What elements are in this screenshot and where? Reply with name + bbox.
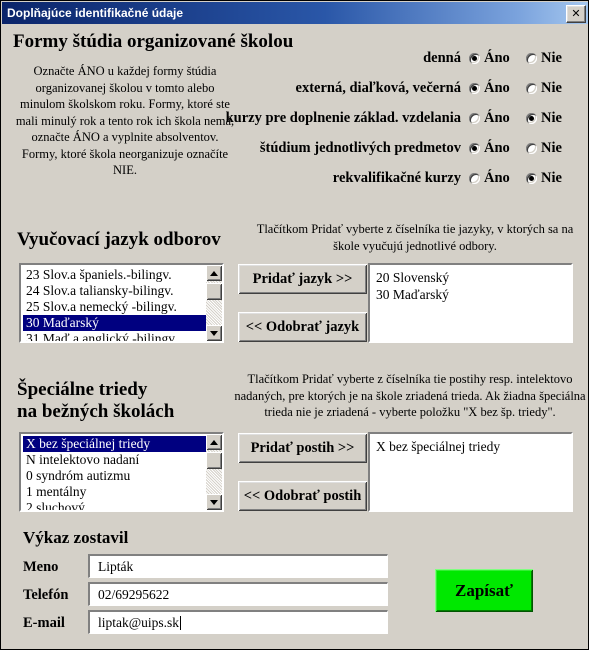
languages-chosen-listbox[interactable]: 20 Slovenský 30 Maďarský (368, 263, 573, 343)
radio-label: Áno (484, 49, 510, 66)
name-field[interactable]: Lipták (88, 554, 388, 578)
radio-indicator (469, 172, 480, 184)
list-item[interactable]: 20 Slovenský (376, 269, 571, 286)
radio-label: Nie (541, 169, 562, 186)
radio-predmety-nie[interactable]: Nie (526, 140, 562, 157)
list-item[interactable]: 31 Maď.a anglický -bilingv. (23, 331, 206, 341)
radio-label: Nie (541, 79, 562, 96)
special-classes-available-listbox[interactable]: X bez špeciálnej triedy N intelektovo na… (19, 432, 224, 512)
study-form-row-predmety: štúdium jednotlivých predmetov Áno Nie (161, 138, 581, 158)
study-form-row-kurzy-zakladne: kurzy pre doplnenie základ. vzdelania Án… (161, 108, 581, 128)
study-form-row-denna: denná Áno Nie (161, 48, 581, 68)
radio-indicator (469, 82, 480, 94)
special-classes-instructions: Tlačítkom Pridať vyberte z číselníka tie… (234, 372, 586, 419)
special-classes-chosen-listbox[interactable]: X bez špeciálnej triedy (368, 432, 573, 512)
radio-indicator (526, 82, 537, 94)
radio-label: Áno (484, 169, 510, 186)
email-field[interactable]: liptak@uips.sk (88, 610, 388, 634)
radio-indicator (526, 52, 537, 64)
list-item[interactable]: 2 sluchový (23, 500, 206, 510)
languages-heading: Vyučovací jazyk odborov (17, 229, 221, 250)
special-classes-scrollbar[interactable] (206, 434, 222, 510)
email-field-label: E-mail (23, 615, 65, 631)
list-item[interactable]: 0 syndróm autizmu (23, 468, 206, 484)
radio-rekvalifikacne-nie[interactable]: Nie (526, 170, 562, 187)
compiled-by-heading: Výkaz zostavil (23, 528, 129, 547)
radio-label: Áno (484, 79, 510, 96)
radio-label: Áno (484, 109, 510, 126)
study-form-label: štúdium jednotlivých predmetov (259, 139, 461, 156)
radio-denna-ano[interactable]: Áno (469, 50, 526, 67)
submit-button[interactable]: Zapísať (435, 569, 533, 612)
add-disability-button[interactable]: Pridať postih >> (238, 433, 367, 463)
study-form-row-rekvalifikacne: rekvalifikačné kurzy Áno Nie (161, 168, 581, 188)
languages-scrollbar[interactable] (206, 265, 222, 341)
list-item-selected[interactable]: X bez špeciálnej triedy (23, 436, 206, 452)
radio-indicator (469, 142, 480, 154)
radio-indicator (526, 142, 537, 154)
radio-denna-nie[interactable]: Nie (526, 50, 562, 67)
radio-label: Nie (541, 109, 562, 126)
list-item[interactable]: 24 Slov.a taliansky-bilingv. (23, 283, 206, 299)
special-classes-heading-line2: na bežných školách (17, 401, 175, 422)
languages-instructions: Tlačítkom Pridať vyberte z číselníka tie… (256, 222, 574, 253)
special-classes-available-items: X bez špeciálnej triedy N intelektovo na… (21, 434, 206, 510)
radio-kurzy-zakladne-nie[interactable]: Nie (526, 110, 562, 127)
scroll-thumb[interactable] (206, 452, 222, 469)
radio-indicator (526, 112, 537, 124)
scroll-thumb[interactable] (206, 283, 222, 300)
radio-label: Áno (484, 139, 510, 156)
radio-externa-nie[interactable]: Nie (526, 80, 562, 97)
radio-indicator (469, 112, 480, 124)
study-form-label: denná (423, 49, 461, 66)
radio-predmety-ano[interactable]: Áno (469, 140, 526, 157)
scroll-down-icon[interactable] (206, 325, 222, 341)
remove-disability-button[interactable]: << Odobrať postih (238, 481, 367, 511)
title-bar: Doplňajúce identifikačné údaje ✕ (2, 2, 588, 24)
remove-language-button[interactable]: << Odobrať jazyk (238, 312, 367, 342)
phone-field[interactable]: 02/69295622 (88, 582, 388, 606)
list-item[interactable]: 30 Maďarský (376, 286, 571, 303)
radio-label: Nie (541, 139, 562, 156)
radio-indicator (469, 52, 480, 64)
study-form-label: kurzy pre doplnenie základ. vzdelania (225, 109, 461, 126)
radio-externa-ano[interactable]: Áno (469, 80, 526, 97)
list-item[interactable]: 23 Slov.a španiels.-bilingv. (23, 267, 206, 283)
scroll-up-icon[interactable] (206, 265, 222, 281)
list-item[interactable]: 25 Slov.a nemecký -bilingv. (23, 299, 206, 315)
radio-kurzy-zakladne-ano[interactable]: Áno (469, 110, 526, 127)
special-classes-heading-line1: Špeciálne triedy (17, 379, 148, 400)
radio-indicator (526, 172, 537, 184)
phone-field-label: Telefón (23, 587, 69, 603)
languages-available-items: 23 Slov.a španiels.-bilingv. 24 Slov.a t… (21, 265, 206, 341)
email-field-value: liptak@uips.sk (98, 614, 180, 630)
radio-rekvalifikacne-ano[interactable]: Áno (469, 170, 526, 187)
study-form-row-externa: externá, diaľková, večerná Áno Nie (161, 78, 581, 98)
scroll-up-icon[interactable] (206, 434, 222, 450)
name-field-label: Meno (23, 559, 59, 575)
list-item-selected[interactable]: 30 Maďarský (23, 315, 206, 331)
list-item[interactable]: 1 mentálny (23, 484, 206, 500)
window-title: Doplňajúce identifikačné údaje (7, 6, 184, 20)
radio-label: Nie (541, 49, 562, 66)
languages-available-listbox[interactable]: 23 Slov.a španiels.-bilingv. 24 Slov.a t… (19, 263, 224, 343)
dialog-window: Doplňajúce identifikačné údaje ✕ Formy š… (0, 0, 589, 650)
close-icon[interactable]: ✕ (566, 5, 586, 23)
list-item[interactable]: X bez špeciálnej triedy (376, 438, 571, 455)
add-language-button[interactable]: Pridať jazyk >> (238, 264, 367, 294)
study-form-label: rekvalifikačné kurzy (332, 169, 461, 186)
scroll-down-icon[interactable] (206, 494, 222, 510)
list-item[interactable]: N intelektovo nadaní (23, 452, 206, 468)
study-form-label: externá, diaľková, večerná (295, 79, 461, 96)
text-caret (180, 615, 182, 630)
